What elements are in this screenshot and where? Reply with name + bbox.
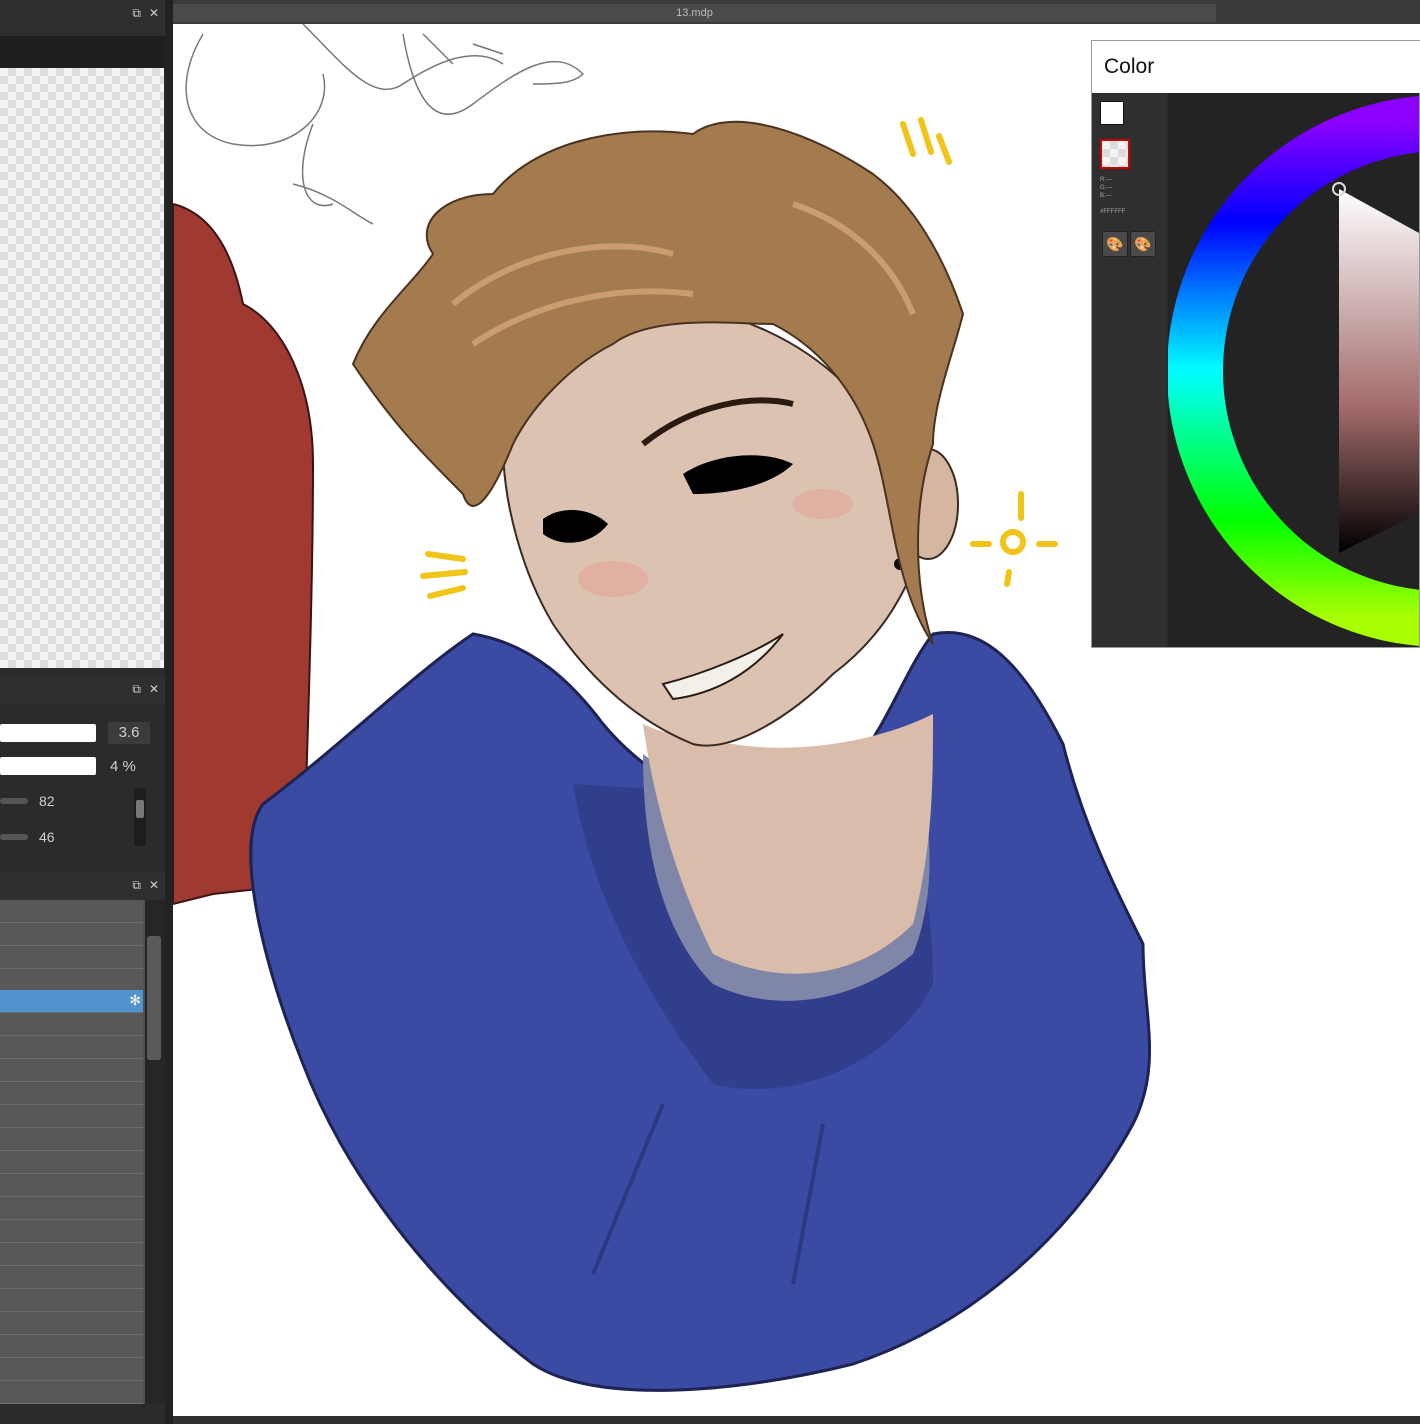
param1-slider[interactable] bbox=[0, 798, 28, 804]
brush-panel-body: 3.6 4 % 82 46 bbox=[0, 704, 165, 854]
rgb-r-readout: R:--- bbox=[1100, 177, 1112, 183]
float-window-icon[interactable]: ⧉ bbox=[132, 682, 141, 697]
hue-ring[interactable] bbox=[1168, 93, 1419, 647]
palette-icon[interactable]: 🎨 bbox=[1102, 231, 1128, 257]
float-window-icon[interactable]: ⧉ bbox=[132, 878, 141, 893]
saturation-triangle bbox=[1339, 189, 1419, 553]
brush-panel-header: ⧉ ✕ bbox=[0, 676, 165, 705]
brush-panel-scrollbar[interactable] bbox=[134, 788, 146, 846]
navigator-preview[interactable] bbox=[0, 68, 164, 668]
layer-row[interactable] bbox=[0, 1128, 143, 1151]
color-window-titlebar[interactable]: Color bbox=[1092, 41, 1420, 93]
layer-row[interactable] bbox=[0, 923, 143, 946]
document-tab[interactable]: 13.mdp bbox=[173, 4, 1216, 22]
hex-readout[interactable]: #FFFFFF bbox=[1100, 209, 1125, 215]
layers-panel-header: ⧉ ✕ bbox=[0, 872, 165, 901]
layer-row[interactable] bbox=[0, 946, 143, 969]
layer-row[interactable] bbox=[0, 900, 143, 923]
brush-size-slider[interactable] bbox=[0, 724, 96, 742]
color-sidebar: R:--- G:--- B:--- #FFFFFF 🎨 🎨 bbox=[1092, 93, 1167, 647]
close-icon[interactable]: ✕ bbox=[149, 878, 159, 893]
brush-opacity-slider[interactable] bbox=[0, 757, 96, 775]
layer-row[interactable] bbox=[0, 1013, 143, 1036]
layer-row[interactable] bbox=[0, 1059, 143, 1082]
layer-row[interactable] bbox=[0, 969, 143, 992]
color-wheel[interactable] bbox=[1168, 93, 1419, 647]
navigator-toolbar bbox=[0, 36, 165, 68]
layer-row[interactable] bbox=[0, 1174, 143, 1197]
close-icon[interactable]: ✕ bbox=[149, 6, 159, 21]
palette-edit-icon[interactable]: 🎨 bbox=[1130, 231, 1156, 257]
layers-list: ✻ bbox=[0, 900, 165, 1404]
color-window-title: Color bbox=[1104, 55, 1155, 78]
layer-row[interactable] bbox=[0, 1381, 143, 1404]
layer-row[interactable] bbox=[0, 1243, 143, 1266]
brush-size-value[interactable]: 3.6 bbox=[108, 722, 150, 744]
navigator-panel-header: ⧉ ✕ bbox=[0, 0, 165, 37]
layer-row[interactable] bbox=[0, 1266, 143, 1289]
param2-value: 46 bbox=[39, 829, 55, 845]
layer-row[interactable] bbox=[0, 1082, 143, 1105]
layer-row[interactable] bbox=[0, 1220, 143, 1243]
rgb-b-readout: B:--- bbox=[1100, 193, 1112, 199]
layer-row[interactable] bbox=[0, 1289, 143, 1312]
status-strip bbox=[173, 1416, 1420, 1424]
foreground-swatch[interactable] bbox=[1100, 101, 1124, 125]
close-icon[interactable]: ✕ bbox=[149, 682, 159, 697]
panel-divider[interactable] bbox=[165, 0, 173, 1424]
layer-row[interactable] bbox=[0, 1335, 143, 1358]
layer-row[interactable] bbox=[0, 1197, 143, 1220]
layers-scrollbar[interactable] bbox=[145, 900, 165, 1404]
transparent-swatch[interactable] bbox=[1100, 139, 1130, 169]
color-window: Color R:--- G:--- B:--- #FFFFFF 🎨 🎨 bbox=[1091, 40, 1420, 648]
layer-row[interactable] bbox=[0, 1312, 143, 1335]
rgb-g-readout: G:--- bbox=[1100, 185, 1113, 191]
layer-row-selected[interactable]: ✻ bbox=[0, 990, 143, 1013]
document-tab-bar: 13.mdp bbox=[173, 0, 1420, 24]
gear-icon[interactable]: ✻ bbox=[129, 992, 141, 1009]
layer-row[interactable] bbox=[0, 1151, 143, 1174]
layer-row[interactable] bbox=[0, 1105, 143, 1128]
brush-opacity-value: 4 % bbox=[110, 758, 136, 775]
float-window-icon[interactable]: ⧉ bbox=[132, 6, 141, 21]
param2-slider[interactable] bbox=[0, 834, 28, 840]
param1-value: 82 bbox=[39, 793, 55, 809]
layer-row[interactable] bbox=[0, 1036, 143, 1059]
layer-row[interactable] bbox=[0, 1358, 143, 1381]
